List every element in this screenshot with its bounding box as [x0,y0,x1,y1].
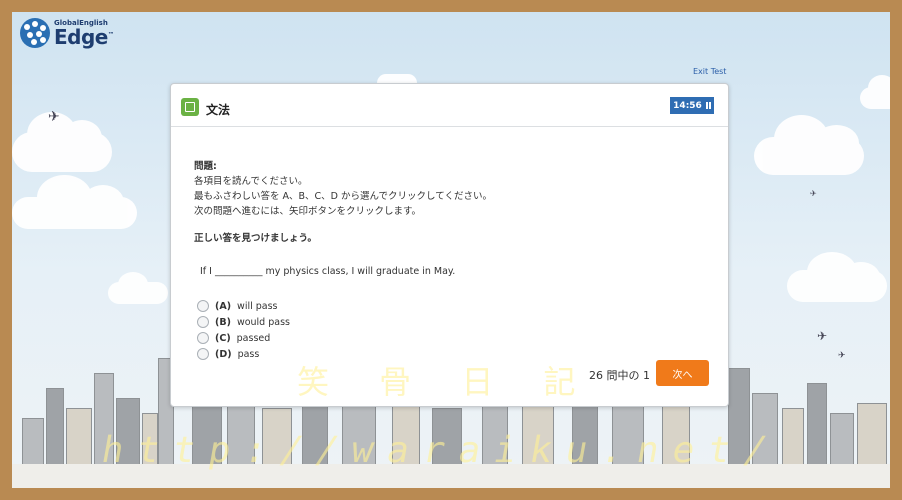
building [807,383,827,468]
answer-options: (A) will pass (B) would pass (C) passed … [197,298,290,362]
option-a[interactable]: (A) will pass [197,298,290,314]
bird-icon: ✈ [817,329,828,343]
logo-big-text: Edge™ [54,24,114,49]
bird-icon: ✈ [810,189,817,198]
globalenglish-edge-logo: GlobalEnglish Edge™ [20,18,114,49]
question-progress: 26 問中の 1 [589,369,650,382]
watermark-url: http://waraiku.net/ [98,430,784,471]
radio-button[interactable] [197,348,209,360]
instructions-heading: 問題: [194,161,217,172]
option-text: passed [236,332,271,344]
timer-value: 14:56 [673,100,702,111]
globe-logo-icon [20,18,50,48]
building [830,413,854,468]
bird-icon: ✈ [48,109,60,125]
building [857,403,887,468]
cloud [12,175,137,229]
radio-button[interactable] [197,316,209,328]
section-title: 文法 [206,103,231,117]
radio-button[interactable] [197,300,209,312]
question-text: If I __________ my physics class, I will… [200,266,456,277]
task-prompt: 正しい答を見つけましょう。 [194,233,317,244]
cloud [860,75,890,109]
instruction-line: 次の問題へ進むには、矢印ボタンをクリックします。 [194,206,422,217]
radio-button[interactable] [197,332,209,344]
cloud [754,115,864,175]
pause-icon[interactable] [705,102,711,109]
instructions: 問題: 各項目を読んでください。 最もふさわしい答を A、B、C、D から選んで… [194,159,492,219]
watermark-title: 笑 骨 日 記 [297,363,596,401]
exit-test-link[interactable]: Exit Test [693,67,726,76]
picture-frame: ✈ ✈ ✈ ✈ GlobalEnglish Edge™ Exit Test 文法… [0,0,902,500]
option-letter: (C) [215,332,231,344]
instruction-line: 最もふさわしい答を A、B、C、D から選んでクリックしてください。 [194,191,492,202]
cloud [108,272,168,304]
option-b[interactable]: (B) would pass [197,314,290,330]
option-c[interactable]: (C) passed [197,330,290,346]
building [66,408,92,468]
next-button[interactable]: 次へ [656,360,709,386]
option-letter: (B) [215,316,231,328]
option-text: will pass [237,300,278,312]
option-text: pass [237,348,260,360]
option-letter: (A) [215,300,232,312]
option-d[interactable]: (D) pass [197,346,290,362]
cloud [12,112,112,172]
card-header: 文法 14:56 [171,84,728,127]
building [46,388,64,468]
option-letter: (D) [215,348,232,360]
grammar-section-icon [181,98,199,116]
option-text: would pass [236,316,290,328]
cloud [787,252,887,302]
timer[interactable]: 14:56 [670,97,714,114]
instruction-line: 各項目を読んでください。 [194,176,308,187]
building [782,408,804,468]
building [22,418,44,468]
